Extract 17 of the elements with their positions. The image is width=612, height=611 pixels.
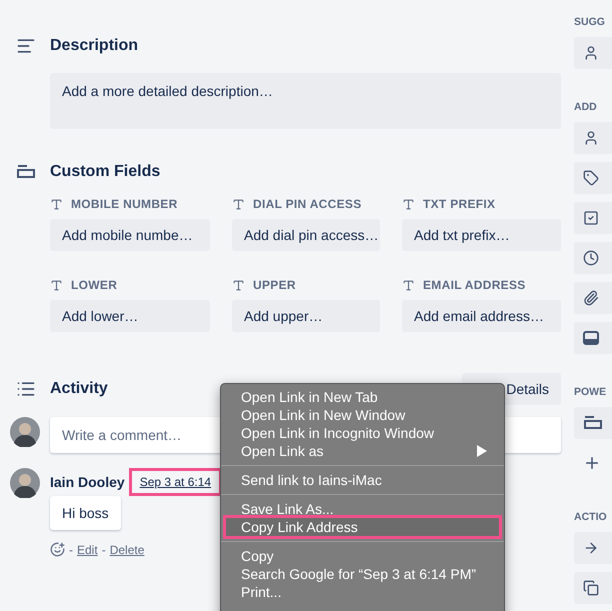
section-title: Activity [50,380,108,398]
sidebar-heading: ADD [574,101,598,115]
sidebar-heading: ACTIO [574,511,608,525]
separator-dash: - [69,542,73,556]
field-label: MOBILE NUMBER [71,197,178,211]
comment-author: Iain Dooley [50,474,125,490]
field-label: UPPER [253,278,296,292]
field-label: EMAIL ADDRESS [423,278,526,292]
section-title: Custom Fields [50,163,160,181]
sidebar-heading: POWE [574,386,608,400]
sidebar-heading: SUGG [574,16,606,30]
field-label: DIAL PIN ACCESS [253,197,362,211]
field-label: TXT PREFIX [423,197,496,211]
field-label: LOWER [71,278,118,292]
section-title: Description [50,37,138,55]
comment-text: Hi boss [50,496,121,530]
separator-dash: - [102,542,106,556]
